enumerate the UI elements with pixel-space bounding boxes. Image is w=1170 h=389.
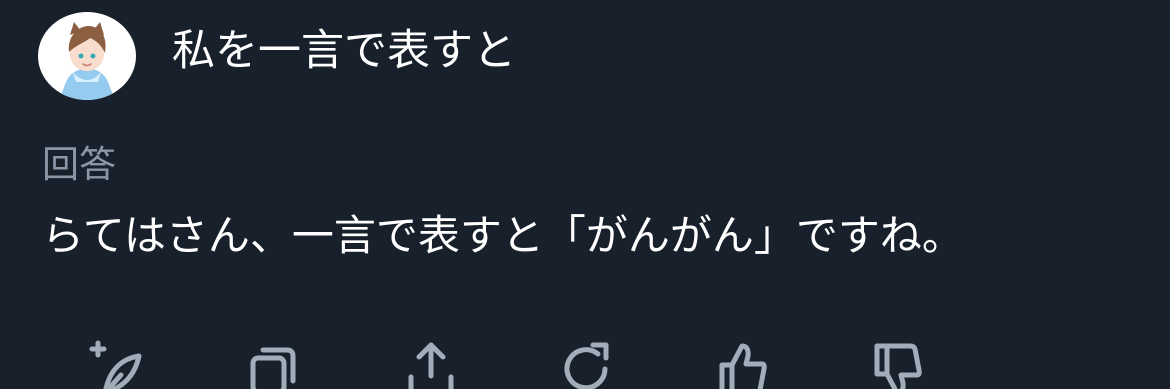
action-toolbar xyxy=(0,330,1170,389)
answer-label: 回答 xyxy=(42,143,116,186)
regenerate-icon xyxy=(564,342,609,389)
avatar-illustration xyxy=(43,12,131,100)
dislike-button[interactable] xyxy=(869,338,925,389)
thumbs-down-icon xyxy=(874,343,922,389)
new-post-icon xyxy=(89,340,142,389)
question-title: 私を一言で表すと xyxy=(172,26,516,76)
like-button[interactable] xyxy=(714,338,770,389)
copy-button[interactable] xyxy=(245,338,301,389)
avatar xyxy=(38,12,136,100)
copy-icon xyxy=(250,347,296,389)
share-icon xyxy=(408,342,454,389)
thumbs-up-icon xyxy=(719,343,767,389)
regenerate-button[interactable] xyxy=(558,338,614,389)
share-button[interactable] xyxy=(403,338,459,389)
new-post-button[interactable] xyxy=(88,338,144,389)
answer-text: らてはさん、一言で表すと「がんがん」ですね。 xyxy=(42,211,964,260)
qa-screen: 私を一言で表すと 回答 らてはさん、一言で表すと「がんがん」ですね。 xyxy=(0,0,1170,389)
